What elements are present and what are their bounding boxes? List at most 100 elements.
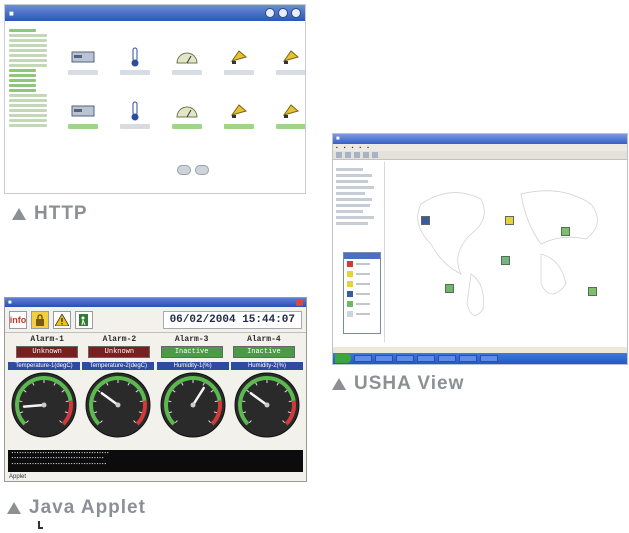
- minimize-icon[interactable]: [265, 8, 275, 18]
- caption-usha: USHA View: [332, 373, 464, 395]
- prev-page-button[interactable]: [177, 165, 191, 175]
- http-device-tree[interactable]: [9, 27, 47, 177]
- alarm-name: Alarm-3: [174, 335, 209, 344]
- usha-menubar[interactable]: ▪ ▪ ▪ ▪ ▪: [333, 144, 627, 151]
- alarm-item: Alarm-2 Unknown: [87, 335, 151, 358]
- gauge-title: Humidity-2(%): [230, 362, 303, 370]
- java-applet-screenshot: ■ info 06/02/2004 15:44:07 Alarm-1 Unkno…: [4, 297, 307, 482]
- device-unit[interactable]: [171, 101, 203, 129]
- gauge-title: Temperature-2(degC): [82, 362, 155, 370]
- windows-taskbar[interactable]: [333, 353, 627, 364]
- http-page-nav: [177, 165, 209, 175]
- alarm-bell-icon: [230, 104, 248, 118]
- info-icon[interactable]: info: [9, 310, 27, 329]
- device-legend-popup[interactable]: [343, 252, 381, 334]
- alarm-bell-icon: [230, 50, 248, 64]
- device-unit[interactable]: [67, 101, 99, 129]
- gauge-hub: [264, 402, 270, 408]
- gauge-readout: [256, 427, 278, 435]
- alarm-bell-icon: [282, 104, 300, 118]
- http-window-controls[interactable]: [265, 8, 301, 18]
- gauge-hub: [115, 402, 121, 408]
- gauge-hub: [190, 402, 196, 408]
- alarm-item: Alarm-1 Unknown: [15, 335, 79, 358]
- java-window-titlebar: ■: [5, 298, 306, 307]
- http-screenshot: ■: [4, 4, 306, 194]
- thermometer-icon: [131, 47, 139, 67]
- world-map[interactable]: [391, 164, 627, 344]
- app-icon: ■: [336, 136, 340, 142]
- caption-java: Java Applet: [7, 497, 146, 519]
- gauge-title: Humidity-1(%): [156, 362, 229, 370]
- device-node[interactable]: [588, 287, 597, 296]
- gauge: Humidity-2(%): [230, 362, 303, 438]
- device-unit[interactable]: [171, 47, 203, 75]
- alarm-name: Alarm-4: [247, 335, 281, 344]
- http-window-title: ■: [9, 8, 14, 18]
- triangle-bullet-icon: [7, 502, 21, 514]
- gauge-panel: Temperature-1(degC) Temperature-2(degC) …: [5, 358, 306, 438]
- lock-icon[interactable]: [31, 310, 49, 329]
- event-log[interactable]: ▪▪▪▪▪▪▪▪▪▪▪▪▪▪▪▪▪▪▪▪▪▪▪▪▪▪▪▪▪▪▪▪▪▪▪▪▪▪ ▪…: [8, 450, 303, 472]
- device-unit[interactable]: [223, 101, 255, 129]
- java-toolbar: info 06/02/2004 15:44:07: [5, 307, 306, 333]
- http-device-row-1: [67, 47, 305, 75]
- device-node[interactable]: [561, 227, 570, 236]
- device-node[interactable]: [445, 284, 454, 293]
- device-node[interactable]: [505, 216, 514, 225]
- alarm-item: Alarm-3 Inactive: [160, 335, 224, 358]
- http-window-titlebar: ■: [5, 5, 305, 21]
- alarm-bell-icon: [282, 50, 300, 64]
- device-unit[interactable]: [67, 47, 99, 75]
- close-icon[interactable]: [296, 299, 303, 306]
- caption-usha-label: USHA View: [354, 373, 465, 394]
- gauge-readout: [107, 427, 129, 435]
- http-device-row-2: [67, 101, 305, 129]
- thermometer-icon: [131, 101, 139, 121]
- alarm-status: Inactive: [160, 346, 223, 358]
- gauge-hub: [41, 402, 47, 408]
- triangle-bullet-icon: [12, 208, 26, 220]
- usha-toolbar[interactable]: [333, 151, 627, 160]
- usha-window-titlebar: ■: [333, 134, 627, 144]
- gauge-readout: [182, 427, 204, 435]
- start-button[interactable]: [335, 354, 351, 363]
- caption-http: HTTP: [12, 203, 88, 225]
- next-page-button[interactable]: [195, 165, 209, 175]
- server-icon: [71, 51, 95, 63]
- gauge-needle: [22, 403, 46, 408]
- alarm-status: Unknown: [88, 346, 151, 358]
- app-icon: ■: [8, 299, 12, 306]
- device-unit[interactable]: [275, 101, 305, 129]
- alarm-status: Inactive: [232, 346, 295, 358]
- exit-door-icon[interactable]: [75, 310, 93, 329]
- caption-http-label: HTTP: [34, 203, 88, 224]
- current-datetime: 06/02/2004 15:44:07: [162, 310, 302, 329]
- close-icon[interactable]: [291, 8, 301, 18]
- device-node[interactable]: [501, 256, 510, 265]
- alarm-name: Alarm-1: [30, 335, 64, 344]
- alarm-item: Alarm-4 Inactive: [232, 335, 296, 358]
- device-unit[interactable]: [119, 47, 151, 75]
- device-unit[interactable]: [119, 101, 151, 129]
- gauge-readout: [33, 427, 55, 435]
- usha-view-screenshot: ■ ▪ ▪ ▪ ▪ ▪: [332, 133, 628, 365]
- gauge-icon: [176, 106, 198, 118]
- triangle-bullet-icon: [332, 378, 346, 390]
- caption-java-label: Java Applet: [29, 497, 146, 518]
- gauge: Humidity-1(%): [156, 362, 229, 438]
- alarm-panel: Alarm-1 Unknown Alarm-2 Unknown Alarm-3 …: [5, 333, 306, 358]
- gauge: Temperature-1(degC): [8, 362, 80, 438]
- server-icon: [71, 105, 95, 117]
- applet-status: Applet: [9, 474, 27, 480]
- alarm-status: Unknown: [16, 346, 79, 358]
- device-node[interactable]: [421, 216, 430, 225]
- warning-icon[interactable]: [53, 310, 71, 329]
- gauge-icon: [176, 52, 198, 64]
- mouse-cursor-icon: [38, 521, 43, 529]
- alarm-name: Alarm-2: [102, 335, 137, 344]
- maximize-icon[interactable]: [278, 8, 288, 18]
- device-unit[interactable]: [223, 47, 255, 75]
- gauge: Temperature-2(degC): [82, 362, 155, 438]
- device-unit[interactable]: [275, 47, 305, 75]
